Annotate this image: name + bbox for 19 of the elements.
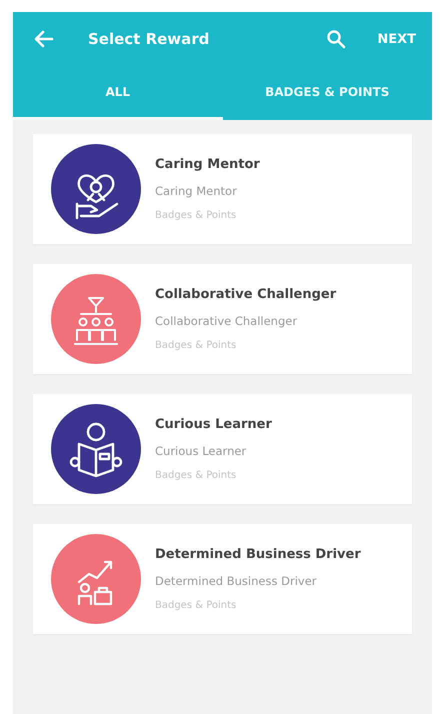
reward-category: Badges & Points xyxy=(155,210,238,221)
screen-title: Select Reward xyxy=(88,30,210,48)
reward-title: Determined Business Driver xyxy=(155,547,361,562)
reward-category: Badges & Points xyxy=(155,340,238,351)
reward-title: Caring Mentor xyxy=(155,157,260,172)
back-arrow-icon xyxy=(34,30,54,48)
reward-card[interactable]: Determined Business Driver Determined Business Driver Badges & Points xyxy=(33,524,412,634)
reward-title: Collaborative Challenger xyxy=(155,287,336,302)
reward-card[interactable]: Curious Learner Curious Learner Badges & Points xyxy=(33,394,412,504)
reward-title: Curious Learner xyxy=(155,417,272,432)
reward-category: Badges & Points xyxy=(155,600,238,611)
reward-subtitle: Caring Mentor xyxy=(155,184,238,198)
reward-subtitle: Collaborative Challenger xyxy=(155,314,298,328)
reward-subtitle: Curious Learner xyxy=(155,444,248,458)
reward-card[interactable]: Collaborative Challenger Collaborative Challenger Badges & Points xyxy=(33,264,412,374)
reward-card[interactable]: Caring Mentor Caring Mentor Badges & Points xyxy=(33,134,412,244)
search-icon xyxy=(326,29,346,49)
reward-category: Badges & Points xyxy=(155,470,238,481)
reward-subtitle: Determined Business Driver xyxy=(155,574,318,588)
